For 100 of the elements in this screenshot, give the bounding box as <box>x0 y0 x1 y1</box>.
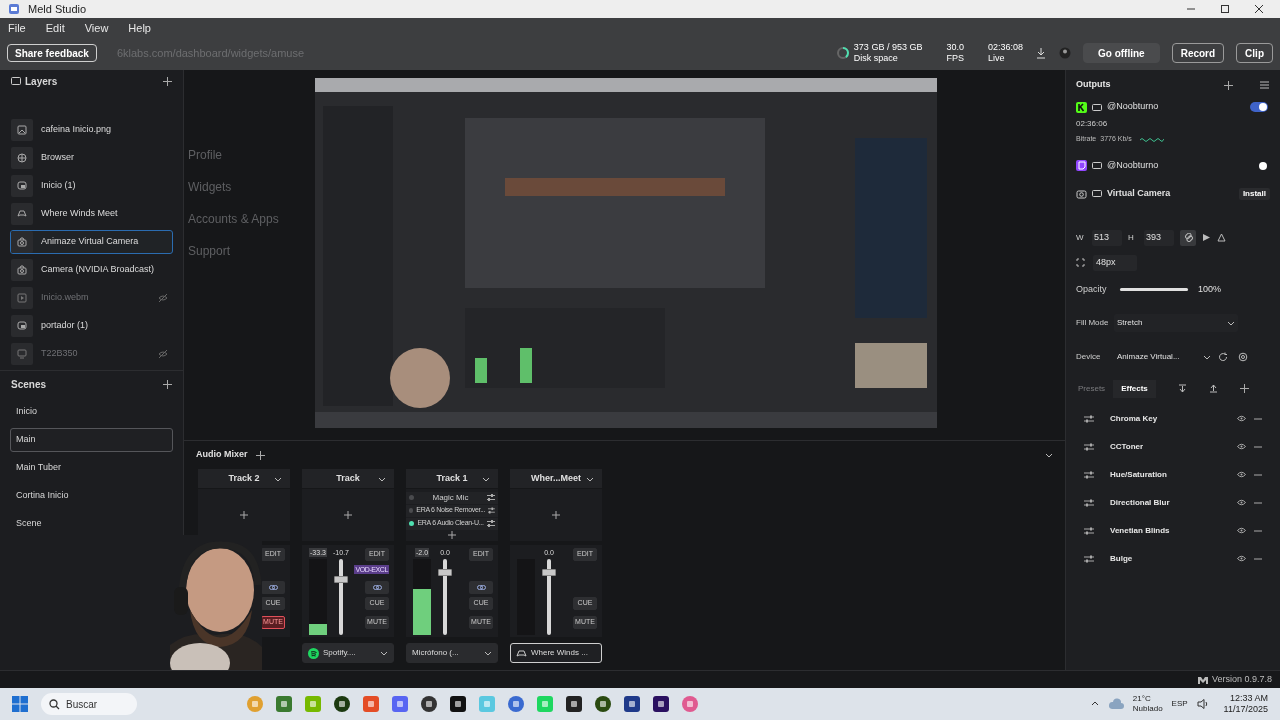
tab[interactable]: Effects <box>1113 379 1156 398</box>
app-icon[interactable] <box>652 695 670 713</box>
sliders-icon[interactable] <box>1084 442 1094 451</box>
add-icon[interactable] <box>240 511 248 519</box>
filter-row[interactable]: Magic Mic <box>406 491 498 504</box>
scene-item[interactable]: Inicio <box>10 400 173 424</box>
layer-item[interactable]: Browser <box>10 146 173 170</box>
device-dropdown[interactable]: Spotify.... <box>302 643 394 663</box>
device-dropdown[interactable]: Where Winds ... <box>510 643 602 663</box>
add-icon[interactable] <box>1224 80 1233 90</box>
sliders-icon[interactable] <box>1084 414 1094 423</box>
chevron-down-icon[interactable] <box>482 475 490 483</box>
app-icon[interactable] <box>333 695 351 713</box>
fader-thumb[interactable] <box>438 569 452 577</box>
header-button[interactable]: Clip <box>1236 43 1273 63</box>
eye-icon[interactable] <box>1237 499 1246 506</box>
menu-item[interactable]: Help <box>128 19 151 37</box>
number-field[interactable]: 513 <box>1092 229 1122 246</box>
fader-track[interactable] <box>334 559 348 635</box>
sliders-icon[interactable] <box>1084 526 1094 535</box>
hidden-eye-icon[interactable] <box>158 349 168 359</box>
track-header[interactable]: Wher...Meet <box>510 469 602 488</box>
scene-item[interactable]: Scene <box>10 512 173 536</box>
sliders-icon[interactable] <box>1084 498 1094 507</box>
eye-icon[interactable] <box>1237 443 1246 450</box>
link-button[interactable] <box>469 581 493 594</box>
maximize-icon[interactable] <box>1220 4 1230 14</box>
tab[interactable]: Presets <box>1076 379 1108 398</box>
link-button[interactable] <box>1180 229 1196 246</box>
track-header[interactable]: Track <box>302 469 394 488</box>
sliders-icon[interactable] <box>487 494 495 501</box>
layer-item[interactable]: T22B350 <box>10 342 173 366</box>
chevron-up-icon[interactable] <box>1090 700 1099 708</box>
app-icon[interactable] <box>420 695 438 713</box>
effect-row[interactable]: Chroma Key <box>1076 404 1270 433</box>
link-button[interactable] <box>261 581 285 594</box>
import-icon[interactable] <box>1177 384 1187 393</box>
start-icon[interactable] <box>12 696 28 712</box>
eye-icon[interactable] <box>1237 471 1246 478</box>
layer-item[interactable]: Where Winds Meet <box>10 202 173 226</box>
number-field[interactable]: 48px <box>1093 254 1137 271</box>
scene-item[interactable]: Main <box>10 428 173 452</box>
search-field[interactable]: Buscar <box>41 693 137 715</box>
export-icon[interactable] <box>1208 384 1218 393</box>
menu-item[interactable]: View <box>84 19 109 37</box>
close-icon[interactable] <box>1254 4 1264 14</box>
download-icon[interactable] <box>1035 47 1047 59</box>
chevron-down-icon[interactable] <box>378 475 386 483</box>
sliders-icon[interactable] <box>1084 554 1094 563</box>
add-icon[interactable] <box>163 76 172 86</box>
add-icon[interactable] <box>255 450 265 460</box>
eye-icon[interactable] <box>1237 555 1246 562</box>
sliders-icon[interactable] <box>487 520 495 527</box>
effect-row[interactable]: Directional Blur <box>1076 488 1270 517</box>
dropdown[interactable]: Animaze Virtual... <box>1114 347 1214 366</box>
layer-item[interactable]: Animaze Virtual Camera <box>10 230 173 254</box>
effect-row[interactable]: CCToner <box>1076 432 1270 461</box>
share-feedback-button[interactable]: Share feedback <box>7 44 97 62</box>
app-icon[interactable] <box>623 695 641 713</box>
header-button[interactable]: Go offline <box>1083 43 1160 63</box>
fader-track[interactable] <box>438 559 452 635</box>
layer-item[interactable]: portador (1) <box>10 314 173 338</box>
fader-track[interactable] <box>542 559 556 635</box>
add-icon[interactable] <box>1239 384 1249 393</box>
chevron-down-icon[interactable] <box>1045 451 1053 459</box>
app-icon[interactable] <box>449 695 467 713</box>
eye-icon[interactable] <box>1237 527 1246 534</box>
account-icon[interactable] <box>1059 47 1071 59</box>
hidden-eye-icon[interactable] <box>158 293 168 303</box>
install-button[interactable]: Install <box>1238 187 1270 200</box>
app-icon[interactable] <box>565 695 583 713</box>
number-field[interactable]: 393 <box>1144 229 1174 246</box>
sliders-icon[interactable] <box>488 507 495 514</box>
add-icon[interactable] <box>448 530 456 539</box>
layer-item[interactable]: Inicio (1) <box>10 174 173 198</box>
menu-item[interactable]: File <box>8 19 26 37</box>
language-indicator[interactable]: ESP <box>1171 698 1188 710</box>
scene-item[interactable]: Main Tuber <box>10 456 173 480</box>
add-icon[interactable] <box>552 511 560 519</box>
effect-row[interactable]: Bulge <box>1076 544 1270 573</box>
link-button[interactable] <box>365 581 389 594</box>
eye-icon[interactable] <box>1237 415 1246 422</box>
sliders-icon[interactable] <box>1084 470 1094 479</box>
effect-row[interactable]: Venetian Blinds <box>1076 516 1270 545</box>
scene-item[interactable]: Cortina Inicio <box>10 484 173 508</box>
track-header[interactable]: Track 2 <box>198 469 290 488</box>
fader-thumb[interactable] <box>542 569 556 577</box>
add-icon[interactable] <box>163 379 172 389</box>
app-icon[interactable] <box>594 695 612 713</box>
fader-thumb[interactable] <box>334 576 348 584</box>
menu-item[interactable]: Edit <box>45 19 65 37</box>
layer-item[interactable]: cafeina Inicio.png <box>10 118 173 142</box>
header-button[interactable]: Record <box>1171 43 1225 63</box>
effect-row[interactable]: Hue/Saturation <box>1076 460 1270 489</box>
layer-item[interactable]: Inicio.webm <box>10 286 173 310</box>
device-dropdown[interactable]: Micrófono (... <box>406 643 498 663</box>
track-header[interactable]: Track 1 <box>406 469 498 488</box>
add-icon[interactable] <box>344 511 352 519</box>
chevron-down-icon[interactable] <box>274 475 282 483</box>
speaker-icon[interactable] <box>1196 699 1209 709</box>
